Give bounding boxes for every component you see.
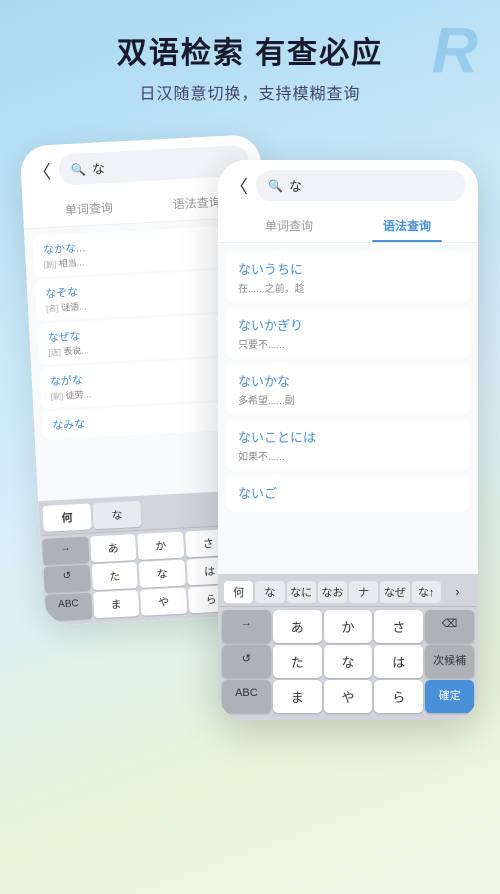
front-search-text: な: [289, 176, 302, 195]
back-tab-word[interactable]: 单词查询: [34, 191, 143, 228]
front-list-item-4[interactable]: ないことには 如果不......: [226, 419, 470, 471]
header-subtitle: 日汉随意切换，支持模糊查询: [20, 80, 480, 104]
back-key-ka[interactable]: か: [137, 532, 184, 560]
front-cn-1: 在......之前，趁: [238, 280, 458, 295]
front-key-ya[interactable]: や: [324, 680, 373, 713]
front-key-del[interactable]: ⌫: [425, 610, 474, 643]
front-key-abc[interactable]: ABC: [222, 680, 271, 713]
back-key-ta[interactable]: た: [91, 562, 138, 590]
back-arrow-back[interactable]: 〈: [32, 158, 51, 185]
front-key-row-3: ABC ま や ら 確定: [222, 680, 474, 713]
front-tab-word[interactable]: 单词查询: [230, 211, 348, 242]
back-suggest-na[interactable]: な: [92, 501, 141, 529]
front-key-sa[interactable]: さ: [374, 610, 423, 643]
front-key-undo[interactable]: ↺: [222, 645, 271, 678]
front-key-ha[interactable]: は: [374, 645, 423, 678]
front-key-a[interactable]: あ: [273, 610, 322, 643]
front-key-arrow[interactable]: →: [222, 610, 271, 643]
front-key-na[interactable]: な: [324, 645, 373, 678]
search-icon-front: 🔍: [268, 179, 283, 193]
front-suggest-na[interactable]: な: [255, 581, 284, 603]
front-phone: 〈 🔍 な 单词查询 语法查询 ないうちに 在......之前，趁 ないかぎり: [218, 160, 478, 720]
r-logo: R: [432, 18, 478, 82]
front-keyboard-suggestions: 何 な なに なお ナ なぜ な↑ ›: [220, 578, 476, 607]
back-key-ma[interactable]: ま: [93, 590, 140, 618]
front-key-ra[interactable]: ら: [374, 680, 423, 713]
front-key-confirm[interactable]: 確定: [425, 680, 474, 713]
front-suggest-nao[interactable]: なお: [318, 581, 347, 603]
back-key-undo[interactable]: ↺: [44, 565, 91, 593]
front-suggest-kata-na[interactable]: ナ: [349, 581, 378, 603]
front-key-ka[interactable]: か: [324, 610, 373, 643]
front-jp-4: ないことには: [238, 427, 458, 446]
front-result-list: ないうちに 在......之前，趁 ないかぎり 只要不...... ないかな 多…: [218, 243, 478, 574]
front-jp-5: ないご: [238, 483, 458, 502]
front-list-item-2[interactable]: ないかぎり 只要不......: [226, 307, 470, 359]
header-section: 双语检索 有查必应 日汉随意切换，支持模糊查询 R: [0, 0, 500, 120]
front-tab-grammar[interactable]: 语法查询: [348, 211, 466, 242]
front-key-ta[interactable]: た: [273, 645, 322, 678]
front-keyboard: 何 な なに なお ナ なぜ な↑ › → あ か さ ⌫: [218, 574, 478, 720]
front-search-bar: 〈 🔍 な: [218, 160, 478, 207]
front-phone-screen: 〈 🔍 な 单词查询 语法查询 ないうちに 在......之前，趁 ないかぎり: [218, 160, 478, 720]
phones-container: 〈 🔍 な 单词查询 语法查询 なかな... [副] 相当... なぞな: [0, 120, 500, 800]
header-title: 双语检索 有查必应: [20, 28, 480, 72]
front-key-row-1: → あ か さ ⌫: [222, 610, 474, 643]
front-cn-2: 只要不......: [238, 336, 458, 351]
front-suggest-nani[interactable]: 何: [224, 581, 253, 603]
front-list-item-3[interactable]: ないかな 多希望......副: [226, 363, 470, 415]
front-jp-2: ないかぎり: [238, 315, 458, 334]
back-key-arrow[interactable]: →: [42, 537, 89, 565]
front-key-row-2: ↺ た な は 次候補: [222, 645, 474, 678]
front-cn-4: 如果不......: [238, 448, 458, 463]
back-key-a[interactable]: あ: [90, 534, 137, 562]
back-key-ya[interactable]: や: [140, 588, 187, 616]
front-suggest-na-up[interactable]: な↑: [412, 581, 441, 603]
front-list-item-5[interactable]: ないご: [226, 475, 470, 512]
front-list-item-1[interactable]: ないうちに 在......之前，趁: [226, 251, 470, 303]
back-suggest-nani[interactable]: 何: [42, 503, 91, 531]
front-suggest-nani2[interactable]: なに: [287, 581, 316, 603]
front-search-input-box[interactable]: 🔍 な: [256, 170, 466, 201]
back-key-abc[interactable]: ABC: [45, 593, 92, 621]
back-arrow-front[interactable]: 〈: [230, 173, 248, 199]
front-key-rows: → あ か さ ⌫ ↺ た な は 次候補 ABC: [220, 607, 476, 716]
front-tabs-row: 单词查询 语法查询: [218, 207, 478, 243]
front-jp-3: ないかな: [238, 371, 458, 390]
front-key-ma[interactable]: ま: [273, 680, 322, 713]
back-search-text: な: [91, 158, 105, 178]
search-icon-back: 🔍: [71, 162, 87, 177]
back-key-na[interactable]: な: [139, 560, 186, 588]
front-suggest-naze[interactable]: なぜ: [380, 581, 409, 603]
front-jp-1: ないうちに: [238, 259, 458, 278]
front-key-next[interactable]: 次候補: [425, 645, 474, 678]
front-suggest-chevron[interactable]: ›: [443, 581, 472, 603]
front-cn-3: 多希望......副: [238, 392, 458, 407]
